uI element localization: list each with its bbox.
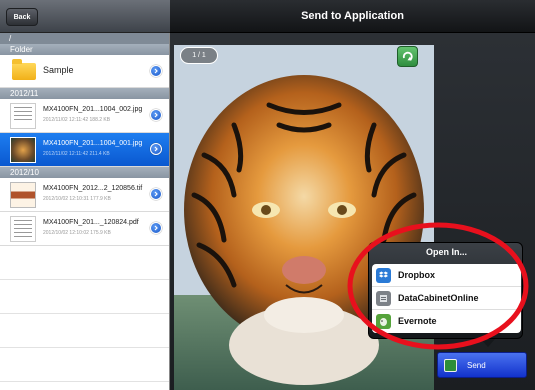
dropbox-icon — [376, 268, 391, 283]
chevron-right-icon[interactable] — [150, 222, 162, 234]
send-icon — [444, 358, 457, 372]
send-label: Send — [467, 360, 486, 370]
open-in-popover: Open In... Dropbox DataCabinetOnline Eve… — [368, 242, 523, 339]
section-header-2012-11: 2012/11 — [0, 88, 169, 99]
menu-item-evernote[interactable]: Evernote — [372, 310, 521, 333]
file-thumbnail — [10, 103, 36, 129]
file-meta: 2012/11/02 12:11:42 211.4 KB — [43, 151, 110, 157]
chevron-right-icon[interactable] — [150, 65, 162, 77]
popover-title: Open In... — [425, 247, 467, 257]
chevron-right-icon[interactable] — [150, 188, 162, 200]
file-meta: 2012/10/02 12:10:02 175.9 KB — [43, 230, 111, 236]
menu-item-label: DataCabinetOnline — [398, 293, 479, 303]
menu-item-dropbox[interactable]: Dropbox — [372, 264, 521, 287]
send-button[interactable]: Send — [437, 352, 527, 378]
menu-item-label: Evernote — [398, 316, 437, 326]
folder-name: Sample — [43, 65, 74, 75]
rotate-icon[interactable] — [397, 46, 418, 67]
open-in-list: Dropbox DataCabinetOnline Evernote — [372, 264, 521, 333]
file-thumbnail — [10, 216, 36, 242]
section-header-folder: Folder — [0, 44, 169, 55]
file-name: MX4100FN_201...1004_001.jpg — [43, 140, 143, 147]
chevron-right-icon[interactable] — [150, 143, 162, 155]
folder-row-sample[interactable]: Sample — [0, 55, 169, 88]
chevron-right-icon[interactable] — [150, 109, 162, 121]
folder-icon — [12, 59, 36, 80]
file-list-pane: / Folder Sample 2012/11 MX4100FN_201...1… — [0, 33, 170, 390]
file-name: MX4100FN_201..._120824.pdf — [43, 219, 139, 226]
file-row-selected[interactable]: MX4100FN_201...1004_001.jpg 2012/11/02 1… — [0, 133, 169, 167]
back-button[interactable]: Back — [6, 8, 38, 26]
page-title: Send to Application — [301, 10, 404, 22]
path-bar: / — [0, 33, 169, 44]
menu-item-datacabinetonline[interactable]: DataCabinetOnline — [372, 287, 521, 310]
file-thumbnail — [10, 137, 36, 163]
page-indicator: 1 / 1 — [180, 47, 218, 64]
file-thumbnail — [10, 182, 36, 208]
popover-arrow — [481, 339, 495, 347]
file-name: MX4100FN_2012...2_120856.tif — [43, 185, 143, 192]
file-row[interactable]: MX4100FN_201..._120824.pdf 2012/10/02 12… — [0, 212, 169, 246]
evernote-icon — [376, 314, 391, 329]
empty-list-rows — [0, 246, 169, 382]
file-name: MX4100FN_201...1004_002.jpg — [43, 106, 143, 113]
sidebar-toolbar: Back — [0, 0, 170, 33]
main-toolbar: Send to Application — [170, 0, 535, 33]
section-header-2012-10: 2012/10 — [0, 167, 169, 178]
menu-item-label: Dropbox — [398, 270, 435, 280]
file-row[interactable]: MX4100FN_2012...2_120856.tif 2012/10/02 … — [0, 178, 169, 212]
file-meta: 2012/11/02 12:11:42 188.2 KB — [43, 117, 111, 123]
file-meta: 2012/10/02 12:10:31 177.9 KB — [43, 196, 111, 202]
file-row[interactable]: MX4100FN_201...1004_002.jpg 2012/11/02 1… — [0, 99, 169, 133]
datacabinet-icon — [376, 291, 391, 306]
